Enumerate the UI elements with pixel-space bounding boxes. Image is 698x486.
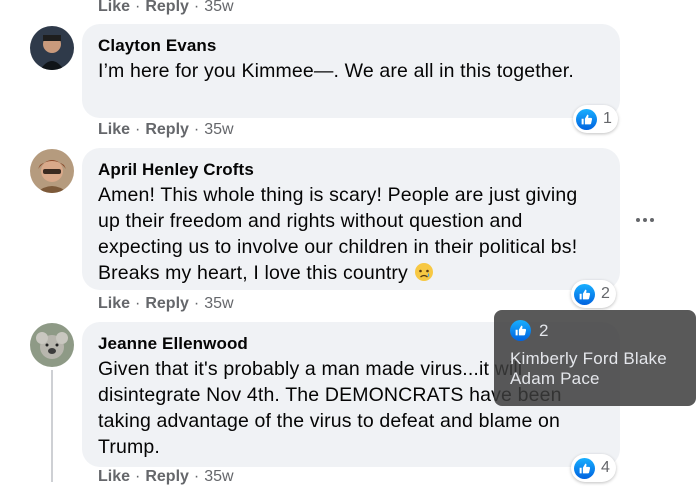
timestamp[interactable]: 35w — [204, 468, 233, 485]
timestamp[interactable]: 35w — [204, 295, 233, 312]
reaction-count-label: 1 — [603, 110, 612, 127]
reaction-count[interactable]: 2 — [571, 280, 616, 308]
reaction-count[interactable]: 1 — [573, 105, 618, 133]
thread-line — [51, 370, 53, 482]
reaction-count-label: 4 — [601, 459, 610, 476]
reply-link[interactable]: Reply — [145, 121, 189, 138]
comment-bubble: April Henley Crofts Amen! This whole thi… — [82, 148, 620, 290]
comment-actions: Like · Reply · 35w — [98, 0, 234, 15]
reaction-count-label: 2 — [601, 285, 610, 302]
like-reaction-icon — [574, 283, 595, 305]
comment-bubble: Clayton Evans I’m here for you Kimmee—. … — [82, 24, 620, 118]
avatar[interactable] — [30, 26, 74, 70]
comment-text: I’m here for you Kimmee—. We are all in … — [98, 60, 574, 82]
tooltip-count: 2 — [539, 320, 549, 340]
like-reaction-icon — [510, 320, 531, 341]
comment-actions: Like · Reply · 35w — [98, 468, 234, 485]
reaction-count[interactable]: 4 — [571, 454, 616, 482]
timestamp[interactable]: 35w — [204, 121, 233, 138]
tooltip-header: 2 — [510, 320, 680, 341]
reactions-tooltip: 2 Kimberly Ford Blake Adam Pace — [494, 310, 696, 406]
more-options-icon[interactable] — [630, 213, 660, 227]
reply-link[interactable]: Reply — [145, 295, 189, 312]
comment-author[interactable]: Clayton Evans — [98, 36, 604, 56]
timestamp[interactable]: 35w — [204, 0, 233, 15]
tooltip-name: Adam Pace — [510, 369, 600, 388]
comment-text: Amen! This whole thing is scary! People … — [98, 182, 604, 286]
comment-actions: Like · Reply · 35w — [98, 295, 234, 312]
crying-face-emoji — [414, 263, 433, 281]
avatar[interactable] — [30, 149, 74, 193]
comment-actions: Like · Reply · 35w — [98, 121, 234, 138]
like-reaction-icon — [574, 457, 595, 479]
reply-link[interactable]: Reply — [145, 0, 189, 15]
comment-text-body: Amen! This whole thing is scary! People … — [98, 184, 578, 284]
like-reaction-icon — [576, 108, 597, 130]
tooltip-name: Kimberly Ford Blake — [510, 349, 667, 368]
like-link[interactable]: Like — [98, 295, 130, 312]
like-link[interactable]: Like — [98, 121, 130, 138]
reply-link[interactable]: Reply — [145, 468, 189, 485]
like-link[interactable]: Like — [98, 0, 130, 15]
comment-author[interactable]: April Henley Crofts — [98, 160, 604, 180]
like-link[interactable]: Like — [98, 468, 130, 485]
avatar[interactable] — [30, 323, 74, 367]
